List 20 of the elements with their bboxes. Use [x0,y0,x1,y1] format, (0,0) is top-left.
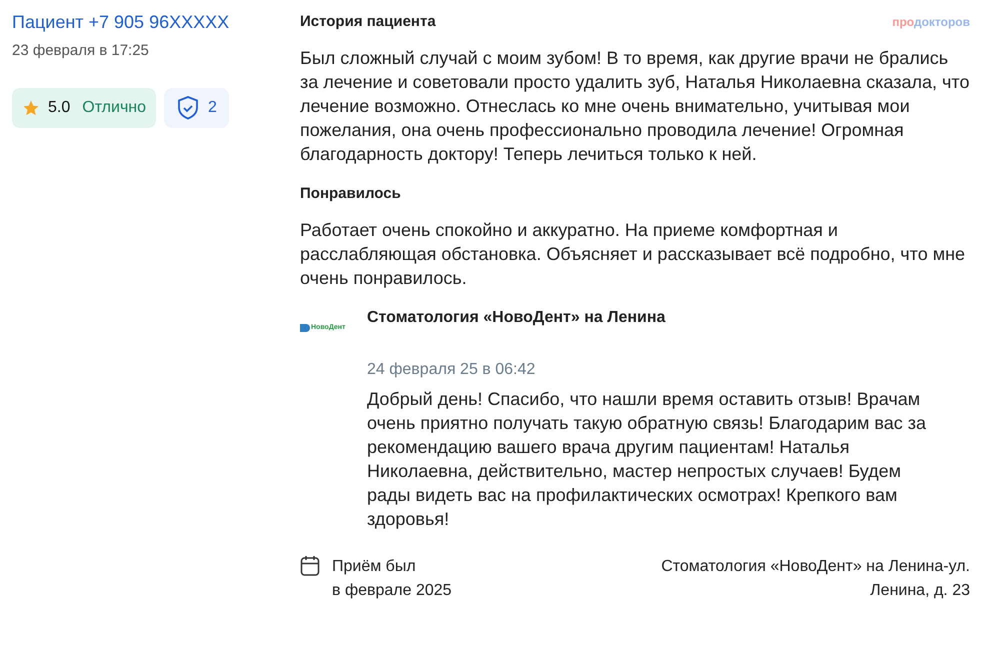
reply-date: 24 февраля 25 в 06:42 [367,360,536,380]
address-text: Ленина, д. 23 [869,581,970,601]
rating-score: 5.0 [48,98,70,118]
shield-check-icon [176,94,200,120]
clinic-name: Стоматология «НовоДент» на Ленина [367,308,666,328]
patient-name[interactable]: Пациент +7 905 96XXXXX [12,10,300,34]
brand-logo: продокторов [892,14,970,31]
section-text: Работает очень спокойно и аккуратно. На приеме комфортная и расслабляющая обстановка. Объясняет и рассказывает всё подробно, что мне очень понравилось. [300,219,966,290]
verified-count: 2 [208,98,217,118]
visit-text: в феврале 2025 [332,581,452,601]
review-date: 23 февраля в 17:25 [12,41,150,61]
section-title: История пациента [300,12,436,32]
section-title: Понравилось [300,184,402,204]
section-text: Был сложный случай с моим зубом! В то время, как другие врачи не брались за лечение и советовали просто удалить зуб, Наталья Николаевна сказала, что лечение возможно. Отнеслась ко мне очень внимательно, учитывая мои пожелания, она очень профессионально проводила лечение! Огромная благодарность доктору! Теперь лечиться только к ней. [300,47,970,166]
visit-text: Приём был [332,557,417,577]
address-text: Стоматология «НовоДент» на Ленина-ул. [661,557,970,577]
calendar-icon [300,555,320,577]
star-icon [22,98,40,116]
reply-text: Добрый день! Спасибо, что нашли время оставить отзыв! Врачам очень приятно получать такую обратную связь! Благодарим вас за рекомендацию вашего врача другим пациентам! Наталья Николаевна, действительно, мастер непростых случаев! Будем рады видеть вас на профилактических осмотрах! Крепкого вам здоровья! [367,388,928,531]
rating-label: Отлично [82,98,146,118]
